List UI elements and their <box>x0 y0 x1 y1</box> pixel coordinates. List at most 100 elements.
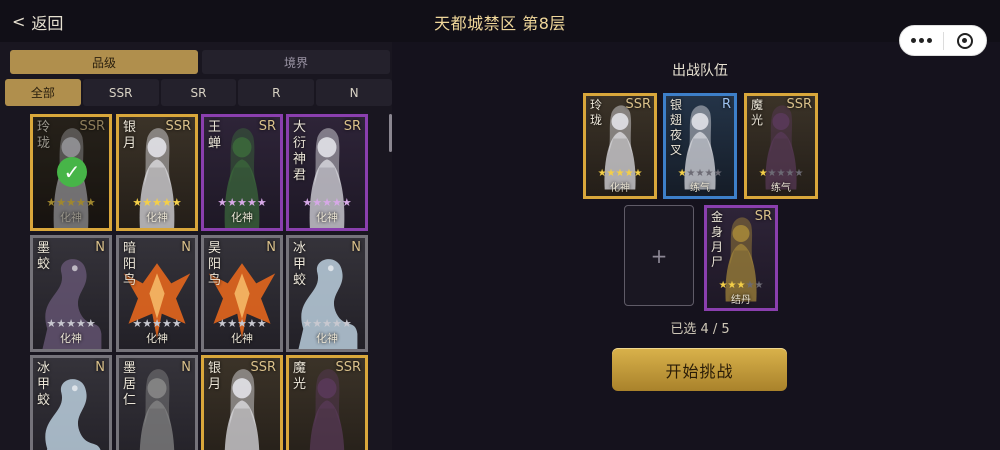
star-filled-icon: ★ <box>246 196 257 209</box>
slot-name: 玲珑 <box>590 98 603 127</box>
roster-card[interactable]: 冰甲蛟 N ★★★★★ 化神 <box>286 235 368 352</box>
slot-rarity: R <box>721 97 731 112</box>
card-name: 昊阳鸟 <box>208 241 222 288</box>
star-empty-icon: ★ <box>794 168 804 179</box>
card-rarity: N <box>351 240 361 255</box>
roster-card[interactable]: 冰甲蛟 N <box>30 355 112 450</box>
slot-rarity: SR <box>754 209 772 224</box>
tab-grade[interactable]: 品级 <box>10 50 198 74</box>
roster-card[interactable]: 墨居仁 N <box>116 355 198 450</box>
card-stars: ★★★★★ <box>289 317 365 330</box>
roster-card[interactable]: 大衍神君 SR ★★★★★ 化神 <box>286 114 368 231</box>
star-empty-icon: ★ <box>767 168 777 179</box>
card-stage: 化神 <box>146 211 168 224</box>
card-stage: 化神 <box>231 332 253 345</box>
star-filled-icon: ★ <box>132 196 143 209</box>
check-icon: ✓ <box>57 157 87 187</box>
tab-realm[interactable]: 境界 <box>202 50 390 74</box>
roster-card[interactable]: 魔光 SSR <box>286 355 368 450</box>
card-stars: ★★★★★ <box>204 196 280 209</box>
star-filled-icon: ★ <box>633 168 643 179</box>
star-filled-icon: ★ <box>256 196 267 209</box>
star-filled-icon: ★ <box>341 196 352 209</box>
star-empty-icon: ★ <box>754 280 764 291</box>
card-stage: 化神 <box>316 332 338 345</box>
mini-program-capsule <box>899 25 987 56</box>
card-stage: 化神 <box>316 211 338 224</box>
roster-card[interactable]: 玲珑 SSR ★★★★★ 化神 ✓ <box>30 114 112 231</box>
empty-team-slot[interactable]: + <box>624 205 694 306</box>
star-filled-icon: ★ <box>237 196 247 209</box>
slot-stars: ★★★★★ <box>747 168 815 179</box>
star-filled-icon: ★ <box>322 317 332 330</box>
star-filled-icon: ★ <box>246 317 257 330</box>
card-rarity: N <box>266 240 276 255</box>
roster-card[interactable]: 墨蛟 N ★★★★★ 化神 <box>30 235 112 352</box>
roster-card[interactable]: 王蝉 SR ★★★★★ 化神 <box>201 114 283 231</box>
star-filled-icon: ★ <box>132 317 143 330</box>
card-rarity: SSR <box>250 360 276 375</box>
roster-card[interactable]: 暗阳鸟 N ★★★★★ 化神 <box>116 235 198 352</box>
roster-card[interactable]: 昊阳鸟 N ★★★★★ 化神 <box>201 235 283 352</box>
star-filled-icon: ★ <box>161 317 172 330</box>
card-rarity: N <box>95 360 105 375</box>
roster-scrollbar[interactable] <box>389 114 392 152</box>
card-stars: ★★★★★ <box>204 317 280 330</box>
star-filled-icon: ★ <box>677 168 687 179</box>
tab-all[interactable]: 全部 <box>5 79 81 106</box>
page-title: 天都城禁区 第8层 <box>434 14 566 33</box>
card-rarity: SSR <box>165 119 191 134</box>
roster-card[interactable]: 银月 SSR ★★★★★ 化神 <box>116 114 198 231</box>
card-stage: 化神 <box>231 211 253 224</box>
star-filled-icon: ★ <box>322 196 332 209</box>
team-slot[interactable]: 玲珑 SSR ★★★★★ 化神 <box>583 93 657 199</box>
team-slot[interactable]: 金身月尸 SR ★★★★★ 结丹 <box>704 205 778 311</box>
star-empty-icon: ★ <box>686 168 696 179</box>
card-name: 魔光 <box>293 361 307 392</box>
star-filled-icon: ★ <box>217 317 228 330</box>
slot-stars: ★★★★★ <box>666 168 734 179</box>
card-name: 银月 <box>208 361 222 392</box>
card-rarity: SSR <box>335 360 361 375</box>
roster-card[interactable]: 银月 SSR <box>201 355 283 450</box>
star-filled-icon: ★ <box>341 317 352 330</box>
star-filled-icon: ★ <box>331 196 342 209</box>
team-title: 出战队伍 <box>672 63 728 79</box>
rarity-filter-tabs: 全部 SSR SR R N <box>5 79 392 106</box>
start-challenge-button[interactable]: 开始挑战 <box>612 348 787 391</box>
card-rarity: N <box>181 240 191 255</box>
target-icon[interactable] <box>944 32 986 49</box>
star-filled-icon: ★ <box>718 280 728 291</box>
team-slot[interactable]: 魔光 SSR ★★★★★ 练气 <box>744 93 818 199</box>
slot-stage: 练气 <box>690 183 710 194</box>
star-filled-icon: ★ <box>171 317 182 330</box>
slot-name: 银翅夜叉 <box>670 98 683 157</box>
star-filled-icon: ★ <box>312 317 323 330</box>
star-filled-icon: ★ <box>142 196 153 209</box>
card-name: 大衍神君 <box>293 120 307 183</box>
slot-stage: 化神 <box>610 183 630 194</box>
team-slot[interactable]: 银翅夜叉 R ★★★★★ 练气 <box>663 93 737 199</box>
star-filled-icon: ★ <box>217 196 228 209</box>
star-filled-icon: ★ <box>85 317 96 330</box>
star-filled-icon: ★ <box>727 280 737 291</box>
star-filled-icon: ★ <box>152 317 162 330</box>
card-rarity: SR <box>258 119 276 134</box>
star-filled-icon: ★ <box>597 168 607 179</box>
star-filled-icon: ★ <box>302 196 313 209</box>
card-name: 冰甲蛟 <box>37 361 51 408</box>
tab-r[interactable]: R <box>238 79 315 106</box>
star-filled-icon: ★ <box>66 317 76 330</box>
star-filled-icon: ★ <box>227 196 238 209</box>
tab-n[interactable]: N <box>316 79 392 106</box>
card-rarity: N <box>95 240 105 255</box>
card-rarity: SR <box>343 119 361 134</box>
slot-stars: ★★★★★ <box>586 168 654 179</box>
more-dots-icon[interactable] <box>900 38 943 43</box>
tab-sr[interactable]: SR <box>160 79 237 106</box>
card-name: 王蝉 <box>208 120 222 151</box>
card-stars: ★★★★★ <box>119 317 195 330</box>
slot-stars: ★★★★★ <box>707 280 775 291</box>
card-stars: ★★★★★ <box>33 317 109 330</box>
tab-ssr[interactable]: SSR <box>82 79 159 106</box>
